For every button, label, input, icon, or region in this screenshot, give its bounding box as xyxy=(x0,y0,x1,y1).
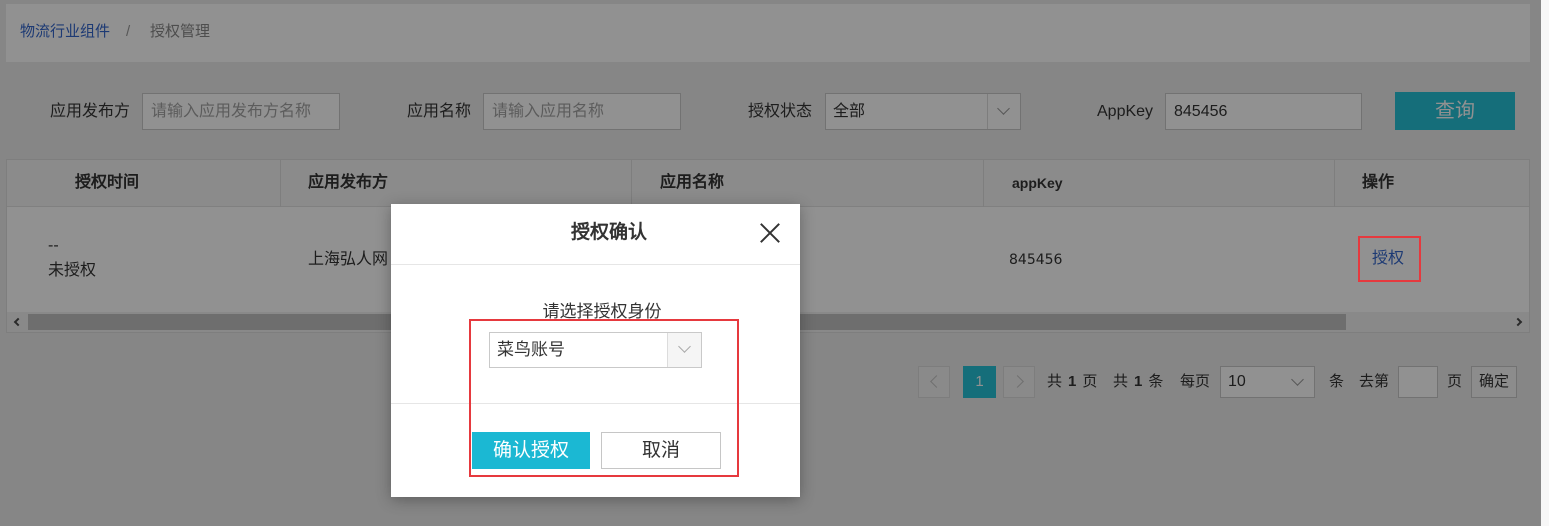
modal-title: 授权确认 xyxy=(570,222,648,243)
modal-close-button[interactable] xyxy=(757,220,783,246)
highlight-annotation-authorize xyxy=(1358,236,1421,282)
highlight-annotation-modal xyxy=(469,319,739,477)
page-scrollbar-track[interactable] xyxy=(1541,0,1549,526)
modal-header-divider xyxy=(391,264,800,265)
page: 物流行业组件 / 授权管理 应用发布方 应用名称 授权状态 全部 AppKey … xyxy=(0,0,1549,526)
